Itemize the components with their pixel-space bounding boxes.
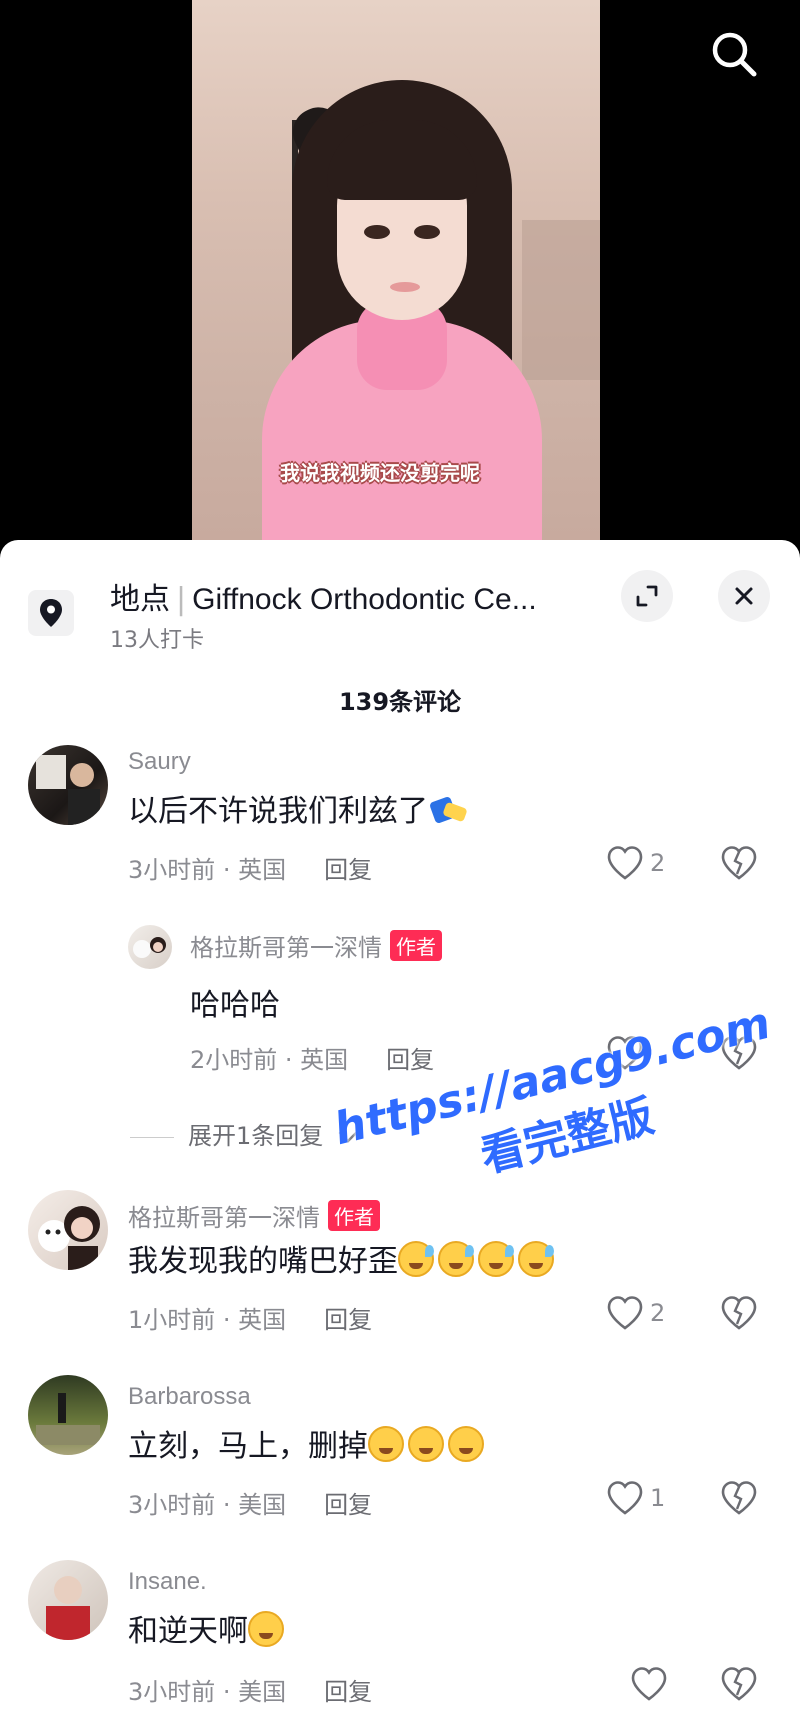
comment-item: Barbarossa 立刻，马上，删掉 3小时前 · 美国 回复 1 (0, 1375, 800, 1545)
broken-heart-icon (721, 1296, 757, 1330)
sweat-smile-emoji-icon (398, 1241, 434, 1277)
like-count: 2 (650, 1299, 666, 1327)
video-player[interactable]: 我说我视频还没剪完呢 (0, 0, 800, 560)
location-pin-icon (28, 590, 74, 636)
pleading-emoji-icon (408, 1426, 444, 1462)
sweat-smile-emoji-icon (438, 1241, 474, 1277)
location-link[interactable]: 地点 | Giffnock Orthodontic Ce... (110, 574, 537, 618)
comment-username[interactable]: Insane. (128, 1568, 207, 1596)
like-button[interactable]: 2 (606, 845, 665, 881)
avatar[interactable] (28, 1375, 108, 1455)
broken-heart-icon (721, 1667, 757, 1701)
heart-icon (607, 1481, 643, 1515)
heart-icon (607, 1296, 643, 1330)
sweat-smile-emoji-icon (478, 1241, 514, 1277)
reply-button[interactable]: 回复 (324, 1678, 372, 1706)
like-count: 2 (650, 849, 666, 877)
avatar[interactable] (128, 925, 172, 969)
avatar[interactable] (28, 1190, 108, 1270)
dislike-button[interactable] (720, 1480, 758, 1520)
sweat-smile-emoji-icon (518, 1241, 554, 1277)
reply-meta: 2小时前 · 英国 回复 (190, 1046, 435, 1074)
comment-text: 我发现我的嘴巴好歪 (128, 1236, 558, 1280)
heart-icon (631, 1667, 667, 1701)
reply-username[interactable]: 格拉斯哥第一深情 作者 (190, 928, 442, 963)
expand-button[interactable] (621, 570, 673, 622)
dislike-button[interactable] (720, 845, 758, 885)
comment-meta: 3小时前 · 美国 回复 (128, 1491, 373, 1519)
search-icon (712, 32, 757, 77)
comment-text: 立刻，马上，删掉 (128, 1421, 488, 1465)
dislike-button[interactable] (720, 1666, 758, 1706)
broken-heart-icon (721, 846, 757, 880)
location-label: 地点 (110, 582, 170, 617)
broken-heart-icon (721, 1481, 757, 1515)
author-badge: 作者 (390, 930, 442, 961)
comment-text: 和逆天啊 (128, 1606, 288, 1650)
like-button[interactable]: 1 (606, 1480, 665, 1516)
video-subtitle: 我说我视频还没剪完呢 (280, 461, 480, 485)
location-place: Giffnock Orthodontic Ce... (192, 583, 537, 616)
comment-username[interactable]: Saury (128, 748, 191, 776)
comment-text: 以后不许说我们利兹了 (128, 786, 468, 830)
reply-text: 哈哈哈 (190, 988, 280, 1023)
comment-meta: 3小时前 · 美国 回复 (128, 1678, 373, 1706)
avatar[interactable] (28, 1560, 108, 1640)
comment-item: Saury 以后不许说我们利兹了 3小时前 · 英国 回复 2 (0, 740, 800, 910)
comment-meta: 3小时前 · 英国 回复 (128, 856, 373, 884)
reply-button[interactable]: 回复 (324, 1491, 372, 1519)
dislike-button[interactable] (720, 1295, 758, 1335)
close-button[interactable] (718, 570, 770, 622)
reply-button[interactable]: 回复 (324, 1306, 372, 1334)
reply-button[interactable]: 回复 (386, 1046, 434, 1074)
crying-emoji-icon (248, 1611, 284, 1647)
like-button[interactable] (630, 1666, 668, 1702)
pleading-emoji-icon (368, 1426, 404, 1462)
heart-icon (607, 846, 643, 880)
comment-count: 139条评论 (338, 688, 462, 716)
comment-meta: 1小时前 · 英国 回复 (128, 1306, 373, 1334)
comment-username[interactable]: Barbarossa (128, 1383, 251, 1411)
reply-button[interactable]: 回复 (324, 856, 372, 884)
pleading-emoji-icon (448, 1426, 484, 1462)
close-icon (735, 587, 753, 605)
like-button[interactable]: 2 (606, 1295, 665, 1331)
like-count: 1 (650, 1484, 666, 1512)
comment-item: Insane. 和逆天啊 3小时前 · 美国 回复 (0, 1560, 800, 1712)
location-checkins: 13人打卡 (110, 628, 204, 653)
expand-icon (636, 585, 658, 607)
avatar[interactable] (28, 745, 108, 825)
flag-emoji-icon (428, 797, 468, 825)
comment-item: 格拉斯哥第一深情 作者 我发现我的嘴巴好歪 1小时前 · 英国 回复 2 (0, 1190, 800, 1360)
search-button[interactable] (706, 26, 762, 82)
